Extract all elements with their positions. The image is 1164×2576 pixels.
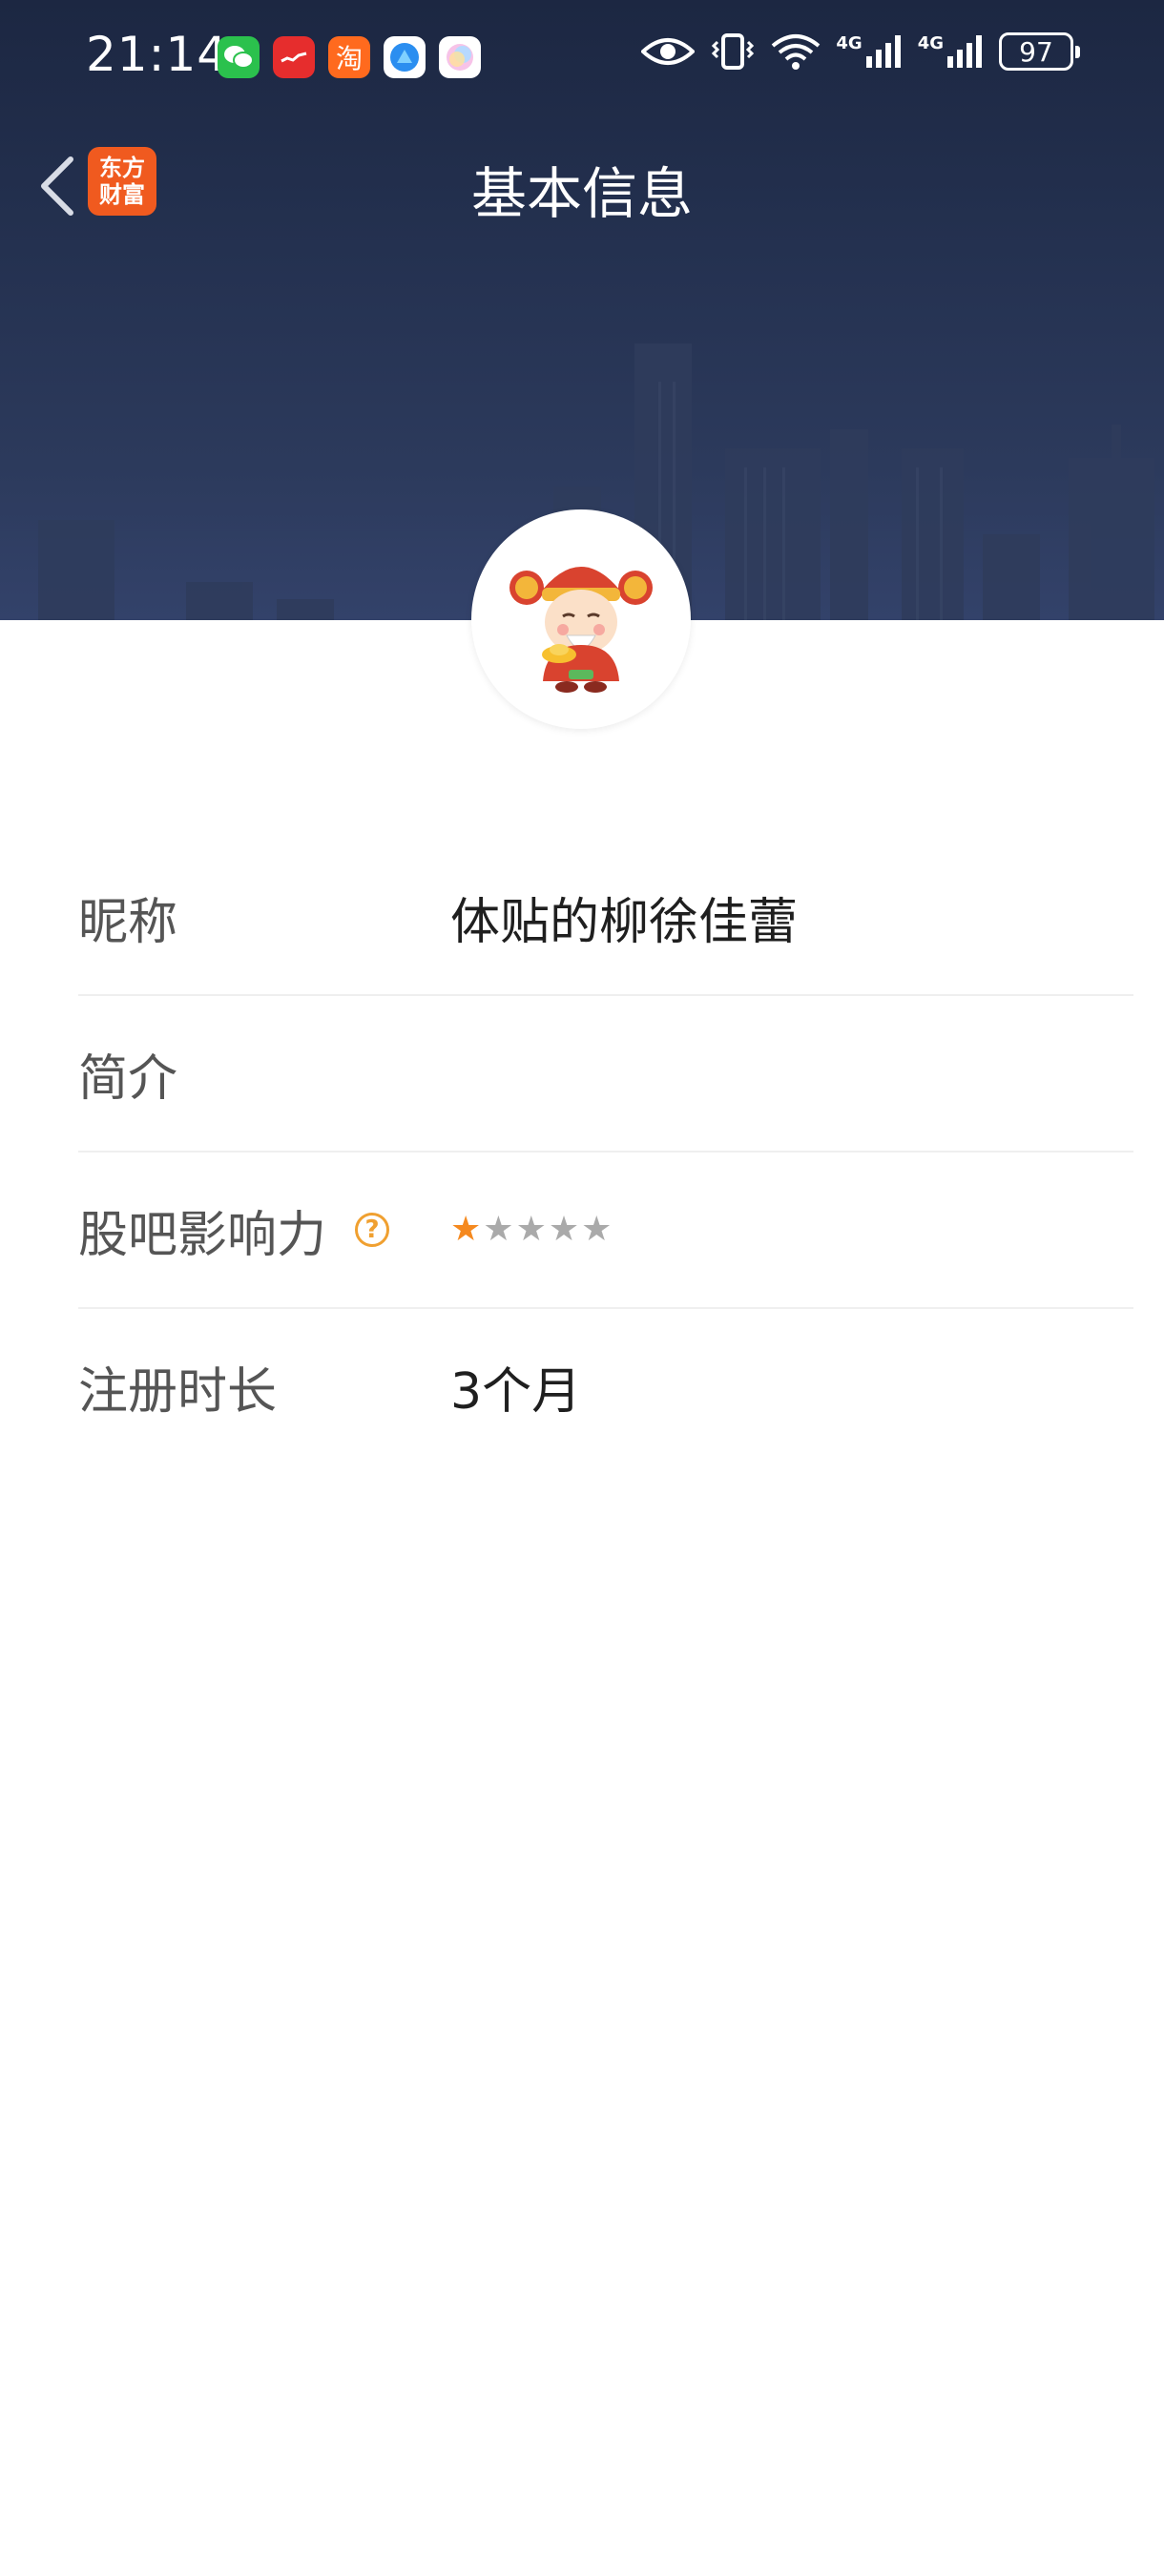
system-status-icons: 4G 4G 97 — [641, 32, 1080, 71]
registration-duration-row: 注册时长 3个月 — [78, 1309, 1133, 1464]
star-empty-icon: ★ — [548, 1210, 580, 1249]
star-filled-icon: ★ — [450, 1210, 482, 1249]
influence-label: 股吧影响力 — [78, 1206, 327, 1264]
star-empty-icon: ★ — [483, 1210, 514, 1249]
navigation-bar: 东方 财富 基本信息 — [0, 134, 1164, 239]
avatar[interactable] — [471, 509, 691, 729]
registration-duration-value: 3个月 — [450, 1362, 582, 1421]
signal-4g-icon-2: 4G — [918, 33, 984, 70]
page-title: 基本信息 — [470, 161, 693, 226]
vibrate-icon — [712, 33, 755, 70]
influence-rating: ★ ★ ★ ★ ★ — [450, 1213, 612, 1247]
app-red-icon — [273, 36, 315, 78]
influence-row: 股吧影响力 ? ★ ★ ★ ★ ★ — [78, 1153, 1133, 1309]
battery-icon: 97 — [999, 32, 1080, 71]
nickname-value: 体贴的柳徐佳蕾 — [450, 893, 799, 951]
caishen-avatar-image — [509, 567, 653, 693]
registration-duration-label: 注册时长 — [78, 1362, 278, 1421]
help-icon[interactable]: ? — [355, 1213, 390, 1247]
signal-4g-icon-1: 4G — [836, 33, 902, 70]
nickname-row[interactable]: 昵称 体贴的柳徐佳蕾 — [78, 840, 1133, 996]
star-empty-icon: ★ — [581, 1210, 613, 1249]
eye-icon — [641, 38, 696, 65]
nickname-label: 昵称 — [78, 893, 178, 951]
bio-label: 简介 — [78, 1049, 178, 1108]
wechat-icon — [218, 36, 260, 78]
notification-app-icons: 淘 — [218, 36, 481, 78]
profile-basic-info-page: 21:14 淘 4G 4G 97 东方 财富 基本信息 昵称 体贴的柳徐佳蕾 简… — [0, 0, 1164, 2576]
taobao-icon: 淘 — [328, 36, 370, 78]
wifi-icon — [772, 34, 821, 70]
star-empty-icon: ★ — [515, 1210, 547, 1249]
gallery-icon — [439, 36, 481, 78]
status-bar: 21:14 淘 4G 4G 97 — [0, 0, 1164, 114]
browser-icon — [384, 36, 426, 78]
influence-label-group: 股吧影响力 ? — [78, 1195, 450, 1266]
bio-row[interactable]: 简介 — [78, 996, 1133, 1153]
profile-info-list: 昵称 体贴的柳徐佳蕾 简介 股吧影响力 ? ★ ★ ★ ★ ★ 注册时长 3个月 — [78, 840, 1133, 1464]
status-time: 21:14 — [86, 27, 229, 82]
